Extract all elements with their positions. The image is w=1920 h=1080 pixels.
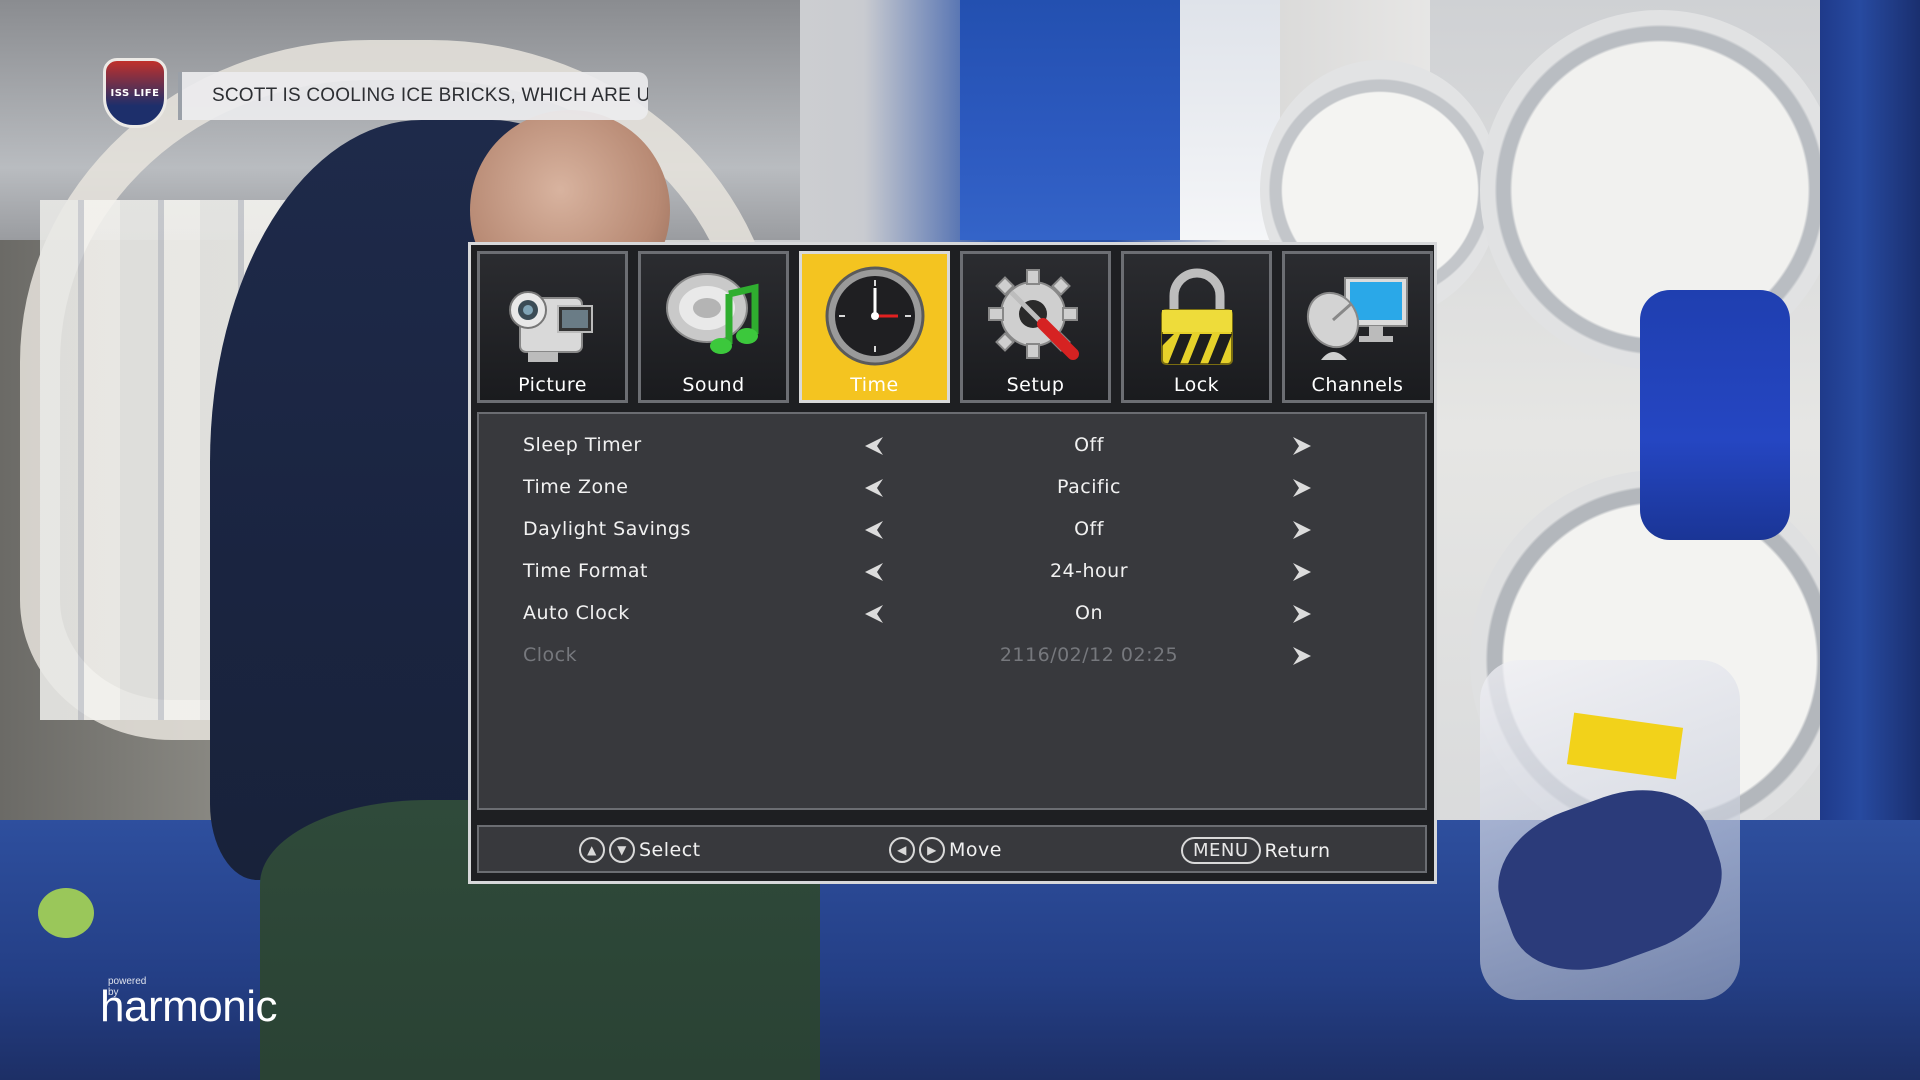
row-label: Time Zone [523,476,629,498]
row-label: Sleep Timer [523,434,642,456]
menu-tabs: Picture Sound Time Setup Lock Channels [477,251,1433,403]
arrow-left-icon[interactable] [863,603,885,625]
menu-key-icon: MENU [1181,837,1261,864]
settings-osd-menu: Picture Sound Time Setup Lock Channels S… [468,242,1437,884]
padlock-icon [1160,268,1233,365]
hint-move: ◀ ▶ Move [889,837,1002,863]
arrow-right-icon[interactable] [1291,477,1313,499]
arrow-left-icon[interactable] [863,435,885,457]
up-key-icon: ▲ [579,837,605,863]
row-value: Off [1074,434,1104,456]
news-ticker: SCOTT IS COOLING ICE BRICKS, WHICH ARE U… [178,72,648,120]
tab-channels[interactable]: Channels [1282,251,1433,403]
row-value: On [1075,602,1103,624]
hint-select: ▲ ▼ Select [579,837,701,863]
setting-row-sleep-timer[interactable]: Sleep Timer Off [479,426,1425,468]
arrow-left-icon[interactable] [863,477,885,499]
row-value: 2116/02/12 02:25 [999,644,1179,666]
setting-row-clock[interactable]: Clock 2116/02/12 02:25 [479,636,1425,678]
arrow-right-icon[interactable] [1291,603,1313,625]
ticker-text: SCOTT IS COOLING ICE BRICKS, WHICH ARE U… [212,85,648,106]
row-label: Time Format [523,560,648,582]
iss-life-logo: ISS LIFE [103,58,167,128]
hint-select-label: Select [639,839,701,861]
tab-label: Channels [1311,374,1404,396]
row-value: 24-hour [1049,560,1129,582]
clock-icon [825,266,924,366]
harmonic-logo-text: harmonic [100,982,277,1031]
logo-text: ISS LIFE [110,87,160,99]
key-hints-bar: ▲ ▼ Select ◀ ▶ Move MENU Return [477,825,1427,873]
tab-picture[interactable]: Picture [477,251,628,403]
row-value: Off [1074,518,1104,540]
satellite-monitor-icon [1306,277,1408,360]
camcorder-icon [508,291,593,362]
arrow-right-icon[interactable] [1291,645,1313,667]
tab-label: Picture [518,374,587,396]
gear-screwdriver-icon [987,269,1079,360]
tab-lock[interactable]: Lock [1121,251,1272,403]
right-key-icon: ▶ [919,837,945,863]
tab-sound[interactable]: Sound [638,251,789,403]
arrow-right-icon[interactable] [1291,561,1313,583]
setting-row-auto-clock[interactable]: Auto Clock On [479,594,1425,636]
hint-return-label: Return [1264,839,1331,862]
left-key-icon: ◀ [889,837,915,863]
row-value: Pacific [1057,476,1121,498]
time-settings-panel: Sleep Timer Off Time Zone Pacific Daylig… [477,412,1427,810]
setting-row-daylight-savings[interactable]: Daylight Savings Off [479,510,1425,552]
arrow-right-icon[interactable] [1291,519,1313,541]
row-label: Daylight Savings [523,518,691,540]
tab-label: Sound [682,374,745,396]
speaker-note-icon [665,273,758,354]
arrow-left-icon[interactable] [863,519,885,541]
tab-label: Setup [1006,374,1065,396]
row-label: Clock [523,644,578,666]
arrow-left-icon[interactable] [863,561,885,583]
hint-return: MENU Return [1181,837,1331,864]
tab-label: Time [850,374,899,396]
down-key-icon: ▼ [609,837,635,863]
row-label: Auto Clock [523,602,630,624]
tab-time[interactable]: Time [799,251,950,403]
tab-setup[interactable]: Setup [960,251,1111,403]
setting-row-time-zone[interactable]: Time Zone Pacific [479,468,1425,510]
arrow-right-icon[interactable] [1291,435,1313,457]
hint-move-label: Move [949,839,1002,861]
setting-row-time-format[interactable]: Time Format 24-hour [479,552,1425,594]
tab-label: Lock [1173,374,1220,396]
